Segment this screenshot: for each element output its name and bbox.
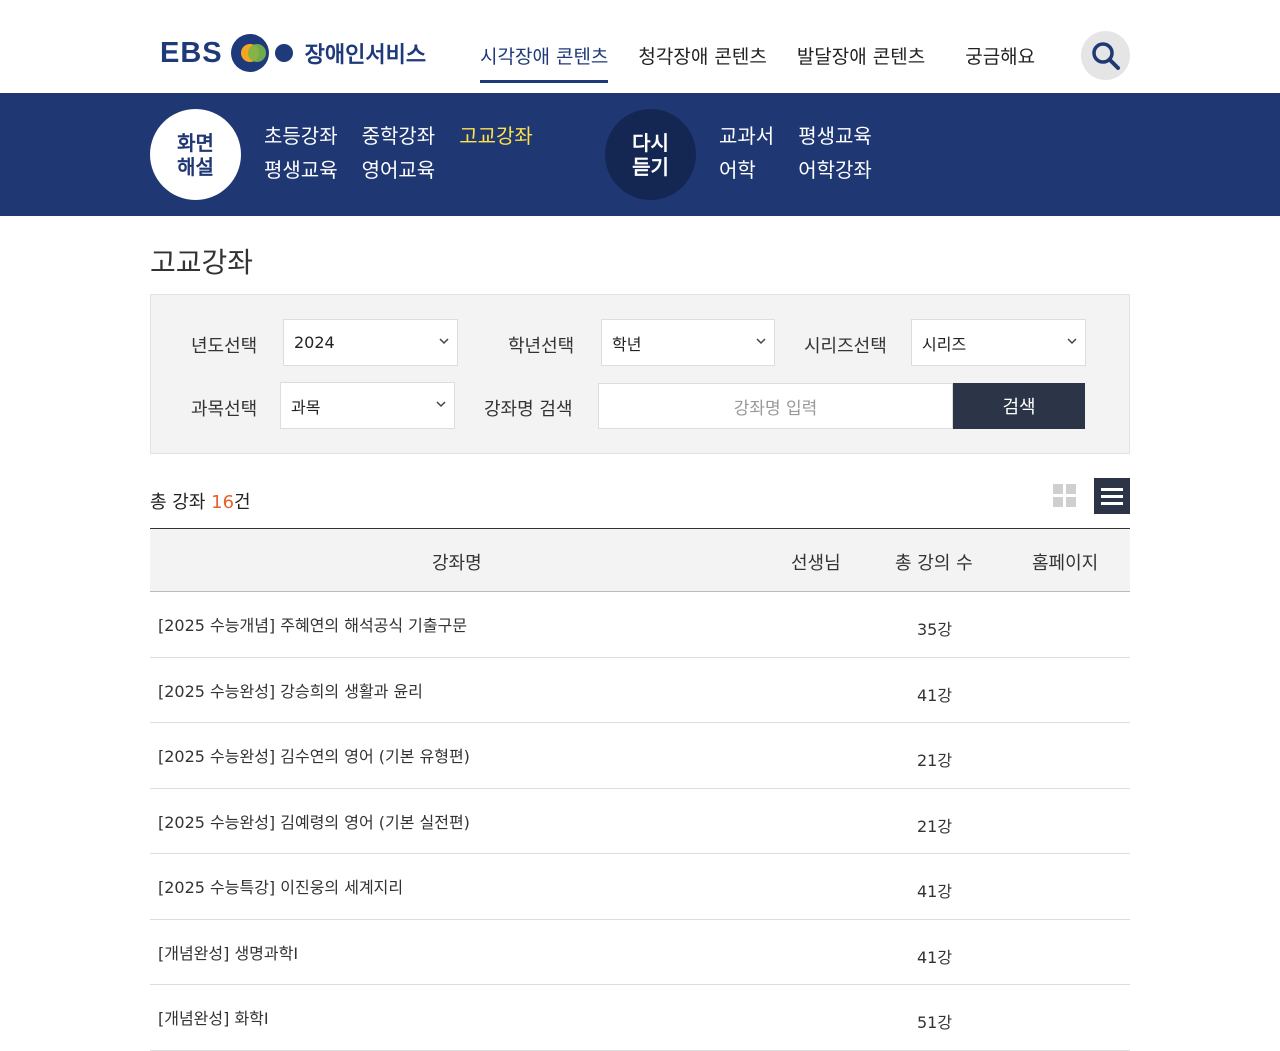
lecture-count: 21강 <box>917 751 953 770</box>
lecture-count: 41강 <box>917 882 953 901</box>
table-row[interactable]: [2025 수능완성] 김예령의 영어 (기본 실전편) 21강 <box>150 789 1130 854</box>
link-english[interactable]: 영어교육 <box>362 158 436 182</box>
list-view-button[interactable] <box>1094 478 1130 514</box>
course-search-placeholder: 강좌명 입력 <box>733 398 818 419</box>
subject-select-value: 과목 <box>291 397 321 417</box>
logo-ebs-text: EBS <box>160 36 223 69</box>
lecture-count: 41강 <box>917 947 953 967</box>
replay-label-1: 다시 <box>632 130 669 155</box>
chevron-down-icon <box>439 338 449 345</box>
grade-label: 학년선택 <box>508 336 575 357</box>
chevron-down-icon <box>436 401 446 408</box>
site-header: EBS 장애인서비스 시각장애 콘텐츠 청각장애 콘텐츠 발달장애 콘텐츠 궁금… <box>0 0 1280 93</box>
course-title[interactable]: [개념완성] 생명과학Ⅰ <box>158 940 298 964</box>
table-row[interactable]: [개념완성] 화학Ⅰ 51강 <box>150 985 1130 1051</box>
chevron-down-icon <box>1067 338 1077 345</box>
search-submit-button[interactable]: 검색 <box>953 383 1085 429</box>
grid-view-icon[interactable] <box>1053 484 1077 508</box>
lecture-count: 51강 <box>917 1013 953 1032</box>
header-course-title: 강좌명 <box>432 553 482 574</box>
audio-description-label-1: 화면 <box>177 130 214 155</box>
nav-faq[interactable]: 궁금해요 <box>965 42 1035 83</box>
link-replay-lifelong[interactable]: 평생교육 <box>798 124 872 148</box>
grade-select-value: 학년 <box>612 334 642 354</box>
course-table: 강좌명 선생님 총 강의 수 홈페이지 [2025 수능개념] 주혜연의 해석공… <box>150 528 1130 1051</box>
table-row[interactable]: [2025 수능특강] 이진웅의 세계지리 41강 <box>150 854 1130 920</box>
logo-service-text: 장애인서비스 <box>304 43 427 68</box>
total-suffix: 건 <box>234 492 251 513</box>
lecture-count: 41강 <box>917 685 953 705</box>
link-high-school[interactable]: 고교강좌 <box>459 124 533 148</box>
link-textbook[interactable]: 교과서 <box>719 124 774 148</box>
course-search-input[interactable]: 강좌명 입력 <box>598 383 953 429</box>
course-title[interactable]: [2025 수능완성] 김수연의 영어 (기본 유형편) <box>158 743 470 767</box>
table-row[interactable]: [개념완성] 생명과학Ⅰ 41강 <box>150 920 1130 985</box>
table-row[interactable]: [2025 수능완성] 김수연의 영어 (기본 유형편) 21강 <box>150 723 1130 789</box>
header-lecture-count: 총 강의 수 <box>895 553 973 574</box>
lecture-count: 35강 <box>917 620 953 639</box>
search-icon <box>1091 41 1120 70</box>
table-row[interactable]: [2025 수능개념] 주혜연의 해석공식 기출구문 35강 <box>150 592 1130 658</box>
grade-select[interactable]: 학년 <box>601 319 775 366</box>
replay-links: 교과서 평생교육 어학 어학강좌 <box>719 124 872 182</box>
year-select-value: 2024 <box>294 333 335 352</box>
replay-label-2: 듣기 <box>632 154 669 179</box>
replay-button[interactable]: 다시 듣기 <box>605 109 696 200</box>
series-select-value: 시리즈 <box>922 334 967 354</box>
series-label: 시리즈선택 <box>804 336 887 357</box>
filter-panel: 년도선택 2024 학년선택 학년 시리즈선택 시리즈 과목선택 과목 강좌명 … <box>150 294 1130 454</box>
search-button[interactable] <box>1081 31 1130 80</box>
chevron-down-icon <box>756 338 766 345</box>
site-logo[interactable]: EBS 장애인서비스 <box>160 33 426 73</box>
year-select[interactable]: 2024 <box>283 319 458 366</box>
header-teacher: 선생님 <box>791 553 841 574</box>
link-lifelong[interactable]: 평생교육 <box>264 158 338 182</box>
course-title[interactable]: [2025 수능개념] 주혜연의 해석공식 기출구문 <box>158 612 467 636</box>
series-select[interactable]: 시리즈 <box>911 319 1086 366</box>
link-elementary[interactable]: 초등강좌 <box>264 124 338 148</box>
link-language[interactable]: 어학 <box>719 158 774 182</box>
subject-label: 과목선택 <box>191 399 258 420</box>
table-header: 강좌명 선생님 총 강의 수 홈페이지 <box>150 528 1130 592</box>
course-title[interactable]: [개념완성] 화학Ⅰ <box>158 1005 269 1029</box>
total-count: 총 강좌 16건 <box>150 488 251 514</box>
audio-description-button[interactable]: 화면 해설 <box>150 109 241 200</box>
course-title[interactable]: [2025 수능완성] 강승희의 생활과 윤리 <box>158 678 423 702</box>
sub-navigation-band: 화면 해설 초등강좌 중학강좌 고교강좌 평생교육 영어교육 다시 듣기 교과서… <box>0 93 1280 216</box>
nav-hearing-content[interactable]: 청각장애 콘텐츠 <box>638 42 766 83</box>
top-navigation: 시각장애 콘텐츠 청각장애 콘텐츠 발달장애 콘텐츠 궁금해요 <box>480 42 1065 83</box>
nav-visual-content[interactable]: 시각장애 콘텐츠 <box>480 42 609 83</box>
table-row[interactable]: [2025 수능완성] 강승희의 생활과 윤리 41강 <box>150 658 1130 723</box>
header-homepage: 홈페이지 <box>1032 553 1099 574</box>
logo-mark-icon <box>230 33 293 73</box>
total-prefix: 총 강좌 <box>150 492 212 513</box>
nav-developmental-content[interactable]: 발달장애 콘텐츠 <box>797 42 925 83</box>
year-label: 년도선택 <box>191 336 258 357</box>
list-view-icon <box>1101 487 1123 491</box>
course-title[interactable]: [2025 수능특강] 이진웅의 세계지리 <box>158 874 403 898</box>
subject-select[interactable]: 과목 <box>280 382 455 429</box>
search-label: 강좌명 검색 <box>484 399 573 420</box>
lecture-count: 21강 <box>917 816 953 836</box>
page-title: 고교강좌 <box>150 246 254 279</box>
total-number: 16 <box>211 492 235 513</box>
course-title[interactable]: [2025 수능완성] 김예령의 영어 (기본 실전편) <box>158 809 470 833</box>
audio-description-links: 초등강좌 중학강좌 고교강좌 평생교육 영어교육 <box>264 124 533 182</box>
link-language-course[interactable]: 어학강좌 <box>798 158 872 182</box>
link-middle[interactable]: 중학강좌 <box>362 124 436 148</box>
audio-description-label-2: 해설 <box>177 154 214 179</box>
